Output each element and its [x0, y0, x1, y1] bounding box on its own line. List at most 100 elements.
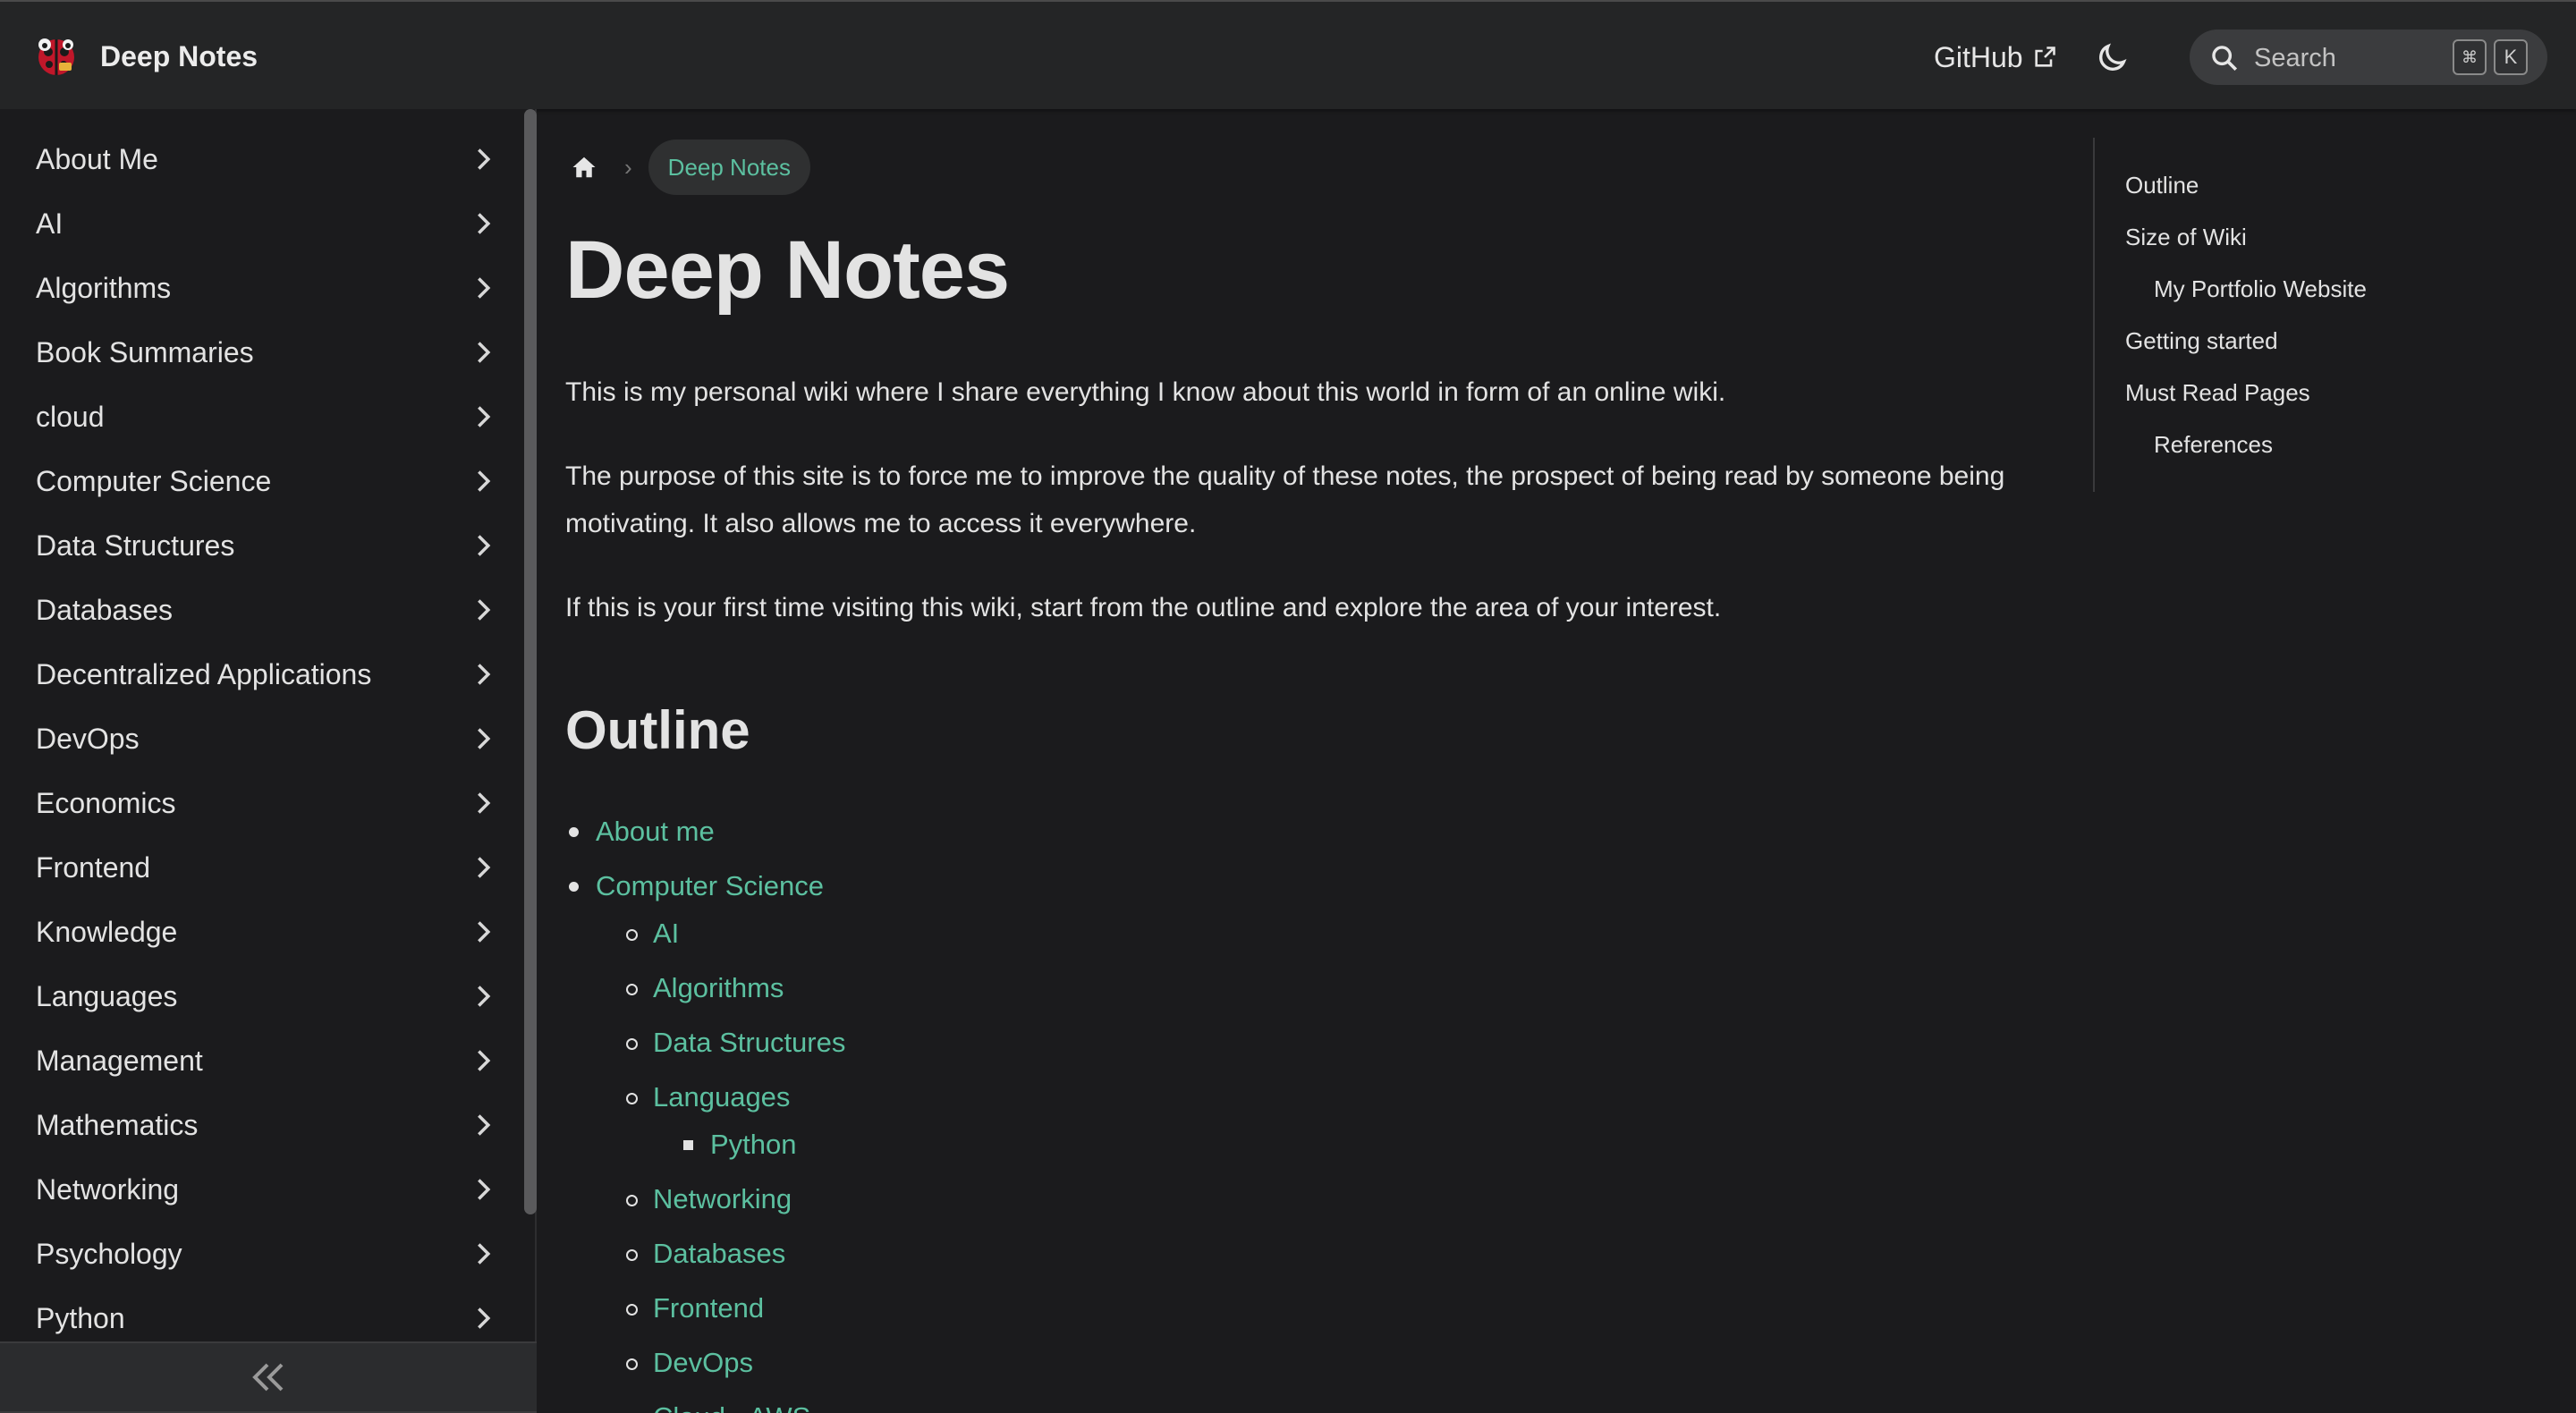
- sidebar-item-label: About Me: [36, 142, 158, 175]
- sidebar-item[interactable]: Knowledge: [0, 900, 519, 964]
- outline-link[interactable]: Python: [710, 1127, 797, 1163]
- bullet-icon: [626, 1304, 638, 1316]
- sidebar-item[interactable]: Book Summaries: [0, 320, 519, 385]
- sidebar-scrollbar[interactable]: [524, 109, 537, 1214]
- chevron-right-icon[interactable]: [470, 597, 496, 622]
- sidebar-item[interactable]: Economics: [0, 771, 519, 835]
- sidebar: About Me AI Algorithms Book Summaries cloud C…: [0, 109, 537, 1413]
- chevron-right-icon[interactable]: [470, 1241, 496, 1266]
- outline-link[interactable]: DevOps: [653, 1345, 753, 1381]
- sidebar-item-label: Databases: [36, 593, 173, 626]
- sidebar-item-label: Mathematics: [36, 1108, 199, 1141]
- sidebar-item[interactable]: Psychology: [0, 1222, 519, 1286]
- outline-link[interactable]: Languages: [653, 1079, 790, 1115]
- sidebar-item[interactable]: Data Structures: [0, 513, 519, 578]
- intro-paragraph-1: This is my personal wiki where I share e…: [565, 377, 1726, 407]
- toc-link[interactable]: Size of Wiki: [2125, 224, 2247, 251]
- chevron-right-icon[interactable]: [470, 211, 496, 236]
- sidebar-item-label: Knowledge: [36, 915, 178, 948]
- outline-link[interactable]: Data Structures: [653, 1025, 845, 1061]
- sidebar-item[interactable]: Computer Science: [0, 449, 519, 513]
- sidebar-item[interactable]: Mathematics: [0, 1093, 519, 1157]
- ladybug-logo-icon: [38, 38, 74, 75]
- outline-link[interactable]: Databases: [653, 1236, 785, 1272]
- table-of-contents: Outline Size of Wiki My Portfolio Website G…: [2093, 138, 2576, 492]
- chevron-right-icon[interactable]: [470, 791, 496, 816]
- sidebar-item[interactable]: cloud: [0, 385, 519, 449]
- sidebar-item-label: Management: [36, 1044, 203, 1077]
- page-title: Deep Notes: [565, 224, 1010, 316]
- chevron-right-icon[interactable]: [470, 340, 496, 365]
- outline-link[interactable]: About me: [596, 814, 715, 850]
- outline-link[interactable]: Computer Science: [596, 868, 824, 904]
- bullet-icon: [626, 1195, 638, 1206]
- collapse-sidebar-button[interactable]: [0, 1341, 537, 1413]
- sidebar-item[interactable]: DevOps: [0, 706, 519, 771]
- outline-heading: Outline: [565, 700, 750, 760]
- search-button[interactable]: Search ⌘ K: [2190, 30, 2547, 85]
- chevron-right-icon[interactable]: [470, 984, 496, 1009]
- toc-link[interactable]: My Portfolio Website: [2154, 275, 2367, 303]
- sidebar-item-label: Psychology: [36, 1237, 182, 1270]
- chevron-right-icon[interactable]: [470, 1048, 496, 1073]
- sidebar-item[interactable]: Decentralized Applications: [0, 642, 519, 706]
- sidebar-item-label: Frontend: [36, 850, 151, 884]
- kbd-cmd: ⌘: [2453, 39, 2487, 75]
- search-icon: [2212, 46, 2238, 72]
- outline-link[interactable]: Frontend: [653, 1290, 764, 1326]
- chevron-right-icon[interactable]: [470, 147, 496, 172]
- intro-paragraph-2: The purpose of this site is to force me …: [565, 461, 2005, 538]
- sidebar-item-label: Algorithms: [36, 271, 172, 304]
- sidebar-item[interactable]: Algorithms: [0, 256, 519, 320]
- bullet-icon: [683, 1140, 693, 1150]
- bullet-icon: [626, 1093, 638, 1104]
- external-link-icon: [2034, 47, 2055, 67]
- intro-paragraph-3: If this is your first time visiting this…: [565, 593, 1722, 622]
- chevron-right-icon[interactable]: [470, 404, 496, 429]
- github-label: GitHub: [1934, 40, 2023, 73]
- sidebar-item[interactable]: Databases: [0, 578, 519, 642]
- sidebar-item[interactable]: Frontend: [0, 835, 519, 900]
- sidebar-item-label: Languages: [36, 979, 178, 1012]
- breadcrumb-current: Deep Notes: [648, 140, 810, 195]
- sidebar-item-label: Networking: [36, 1172, 180, 1206]
- chevron-right-icon[interactable]: [470, 275, 496, 300]
- chevron-right-icon[interactable]: [470, 855, 496, 880]
- outline-link[interactable]: AI: [653, 916, 679, 952]
- home-icon[interactable]: [567, 150, 601, 184]
- chevron-right-icon[interactable]: [470, 1113, 496, 1138]
- sidebar-item-label: Computer Science: [36, 464, 272, 497]
- sidebar-item[interactable]: About Me: [0, 127, 519, 191]
- bullet-icon: [626, 984, 638, 995]
- breadcrumb: › Deep Notes: [567, 140, 810, 195]
- chevron-right-icon[interactable]: [470, 1177, 496, 1202]
- chevron-right-icon[interactable]: [470, 1306, 496, 1331]
- chevron-right-icon[interactable]: [470, 662, 496, 687]
- brand-link[interactable]: Deep Notes: [32, 29, 258, 84]
- theme-toggle-button[interactable]: [2091, 38, 2132, 79]
- sidebar-item[interactable]: Languages: [0, 964, 519, 1028]
- bullet-icon: [626, 929, 638, 941]
- outline-link[interactable]: Cloud - AWS: [653, 1400, 810, 1413]
- chevron-right-icon[interactable]: [470, 469, 496, 494]
- github-link[interactable]: GitHub: [1934, 38, 2057, 77]
- toc-link[interactable]: Must Read Pages: [2125, 379, 2310, 407]
- chevron-right-icon[interactable]: [470, 726, 496, 751]
- bullet-icon: [626, 1358, 638, 1370]
- sidebar-item-label: Book Summaries: [36, 335, 254, 368]
- outline-link[interactable]: Algorithms: [653, 970, 784, 1006]
- outline-link[interactable]: Networking: [653, 1181, 792, 1217]
- sidebar-item[interactable]: Management: [0, 1028, 519, 1093]
- toc-link[interactable]: Outline: [2125, 172, 2199, 199]
- breadcrumb-separator-icon: ›: [624, 153, 632, 181]
- sidebar-item[interactable]: AI: [0, 191, 519, 256]
- bullet-icon: [569, 882, 579, 892]
- sidebar-item[interactable]: Networking: [0, 1157, 519, 1222]
- main-content: › Deep Notes Deep Notes This is my perso…: [538, 109, 2093, 1413]
- toc-link[interactable]: Getting started: [2125, 327, 2278, 355]
- chevron-right-icon[interactable]: [470, 919, 496, 944]
- chevron-right-icon[interactable]: [470, 533, 496, 558]
- sidebar-item-label: Python: [36, 1301, 125, 1334]
- toc-link[interactable]: References: [2154, 431, 2273, 459]
- sidebar-item-label: AI: [36, 207, 64, 240]
